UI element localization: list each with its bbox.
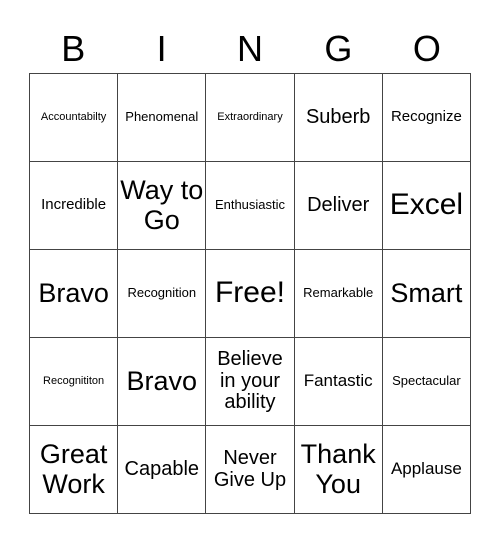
bingo-cell[interactable]: Accountabilty bbox=[30, 74, 119, 162]
header-letter-b: B bbox=[61, 28, 86, 69]
bingo-cell[interactable]: Believe in your ability bbox=[206, 338, 295, 426]
bingo-cell[interactable]: Great Work bbox=[30, 426, 119, 514]
bingo-cell[interactable]: Thank You bbox=[294, 426, 383, 514]
bingo-cell[interactable]: Remarkable bbox=[294, 250, 383, 338]
bingo-cell[interactable]: Enthusiastic bbox=[206, 162, 295, 250]
bingo-header: B I N G O bbox=[29, 24, 471, 74]
bingo-cell[interactable]: Recognition bbox=[118, 250, 207, 338]
bingo-cell[interactable]: Excel bbox=[382, 162, 471, 250]
header-letter-o: O bbox=[412, 28, 441, 69]
bingo-cell[interactable]: Phenomenal bbox=[118, 74, 207, 162]
bingo-grid: Accountabilty Phenomenal Extraordinary S… bbox=[29, 73, 471, 514]
header-letter-i: I bbox=[156, 28, 167, 69]
bingo-cell[interactable]: Spectacular bbox=[382, 338, 471, 426]
bingo-cell[interactable]: Recognititon bbox=[30, 338, 119, 426]
bingo-cell[interactable]: Way to Go bbox=[118, 162, 207, 250]
bingo-cell[interactable]: Bravo bbox=[30, 250, 119, 338]
bingo-cell[interactable]: Deliver bbox=[294, 162, 383, 250]
bingo-cell[interactable]: Extraordinary bbox=[206, 74, 295, 162]
bingo-cell[interactable]: Applause bbox=[382, 426, 471, 514]
bingo-cell[interactable]: Incredible bbox=[30, 162, 119, 250]
bingo-cell[interactable]: Recognize bbox=[382, 74, 471, 162]
bingo-cell[interactable]: Smart bbox=[382, 250, 471, 338]
header-letter-n: N bbox=[237, 28, 264, 69]
bingo-cell[interactable]: Fantastic bbox=[294, 338, 383, 426]
bingo-cell[interactable]: Bravo bbox=[118, 338, 207, 426]
bingo-cell[interactable]: Suberb bbox=[294, 74, 383, 162]
bingo-cell[interactable]: Capable bbox=[118, 426, 207, 514]
free-space-cell[interactable]: Free! bbox=[206, 250, 295, 338]
header-letter-g: G bbox=[324, 28, 353, 69]
bingo-cell[interactable]: Never Give Up bbox=[206, 426, 295, 514]
